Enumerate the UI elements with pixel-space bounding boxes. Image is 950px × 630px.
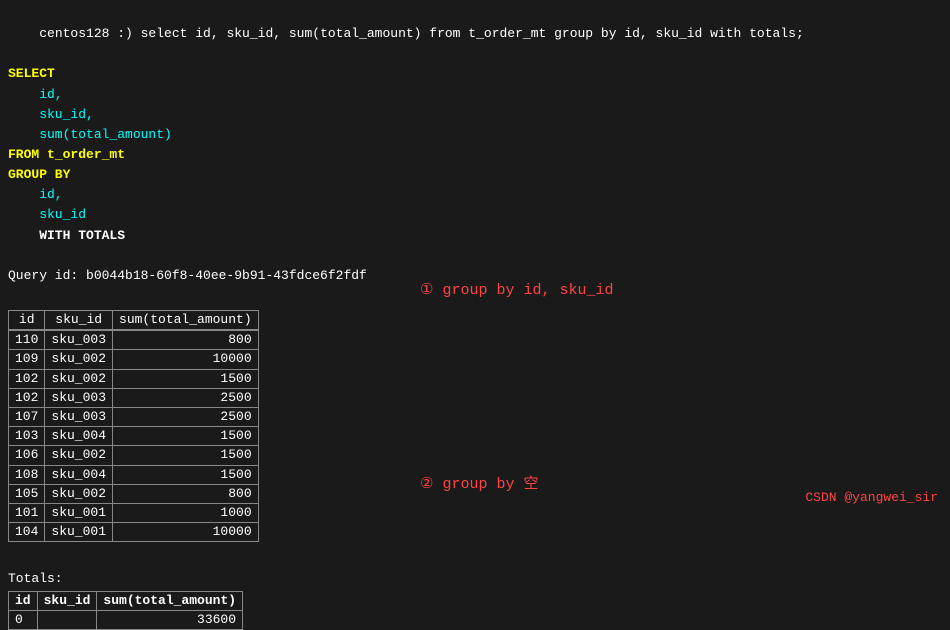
- sql-sum: sum(total_amount): [8, 125, 942, 145]
- totals-col-sum: sum(total_amount): [97, 591, 243, 610]
- sql-id: id,: [8, 85, 942, 105]
- totals-table: id sku_id sum(total_amount) 033600: [8, 591, 243, 630]
- col-sum-header: sum(total_amount): [113, 311, 259, 331]
- result-table: id sku_id sum(total_amount) 110sku_00380…: [8, 310, 259, 542]
- table-row: 104sku_00110000: [9, 523, 259, 542]
- totals-label: Totals:: [8, 569, 942, 589]
- col-id-header: id: [9, 311, 45, 331]
- result-table-container: id sku_id sum(total_amount) 110sku_00380…: [8, 310, 942, 542]
- sql-from: FROM t_order_mt: [8, 145, 942, 165]
- annotation-group-by-empty: ② group by 空: [420, 472, 538, 493]
- table-row: 102sku_0032500: [9, 388, 259, 407]
- totals-col-sku: sku_id: [37, 591, 97, 610]
- col-sku-header: sku_id: [45, 311, 113, 331]
- table-row: 110sku_003800: [9, 330, 259, 350]
- sql-sku-id: sku_id,: [8, 105, 942, 125]
- table-row: 107sku_0032500: [9, 408, 259, 427]
- table-row: 101sku_0011000: [9, 503, 259, 522]
- sql-group-sku: sku_id: [8, 205, 942, 225]
- totals-header-row: id sku_id sum(total_amount): [9, 591, 243, 610]
- table-row: 109sku_00210000: [9, 350, 259, 369]
- table-row: 102sku_0021500: [9, 369, 259, 388]
- totals-col-id: id: [9, 591, 38, 610]
- table-row: 105sku_002800: [9, 484, 259, 503]
- sql-group-id: id,: [8, 185, 942, 205]
- csdn-credit: CSDN @yangwei_sir: [805, 490, 938, 505]
- totals-row: 033600: [9, 610, 243, 629]
- terminal: centos128 :) select id, sku_id, sum(tota…: [0, 0, 950, 513]
- sql-select: SELECT: [8, 64, 942, 84]
- prompt-text: centos128 :) select id, sku_id, sum(tota…: [39, 26, 804, 41]
- totals-table-container: id sku_id sum(total_amount) 033600: [8, 591, 942, 630]
- table-row: 103sku_0041500: [9, 427, 259, 446]
- table-row: 108sku_0041500: [9, 465, 259, 484]
- sql-group-by: GROUP BY: [8, 165, 942, 185]
- annotation-group-by-id-sku: ① group by id, sku_id: [420, 280, 613, 299]
- prompt-line: centos128 :) select id, sku_id, sum(tota…: [8, 4, 942, 64]
- sql-with-totals: WITH TOTALS: [8, 226, 942, 246]
- table-row: 106sku_0021500: [9, 446, 259, 465]
- table-header-row: id sku_id sum(total_amount): [9, 311, 259, 331]
